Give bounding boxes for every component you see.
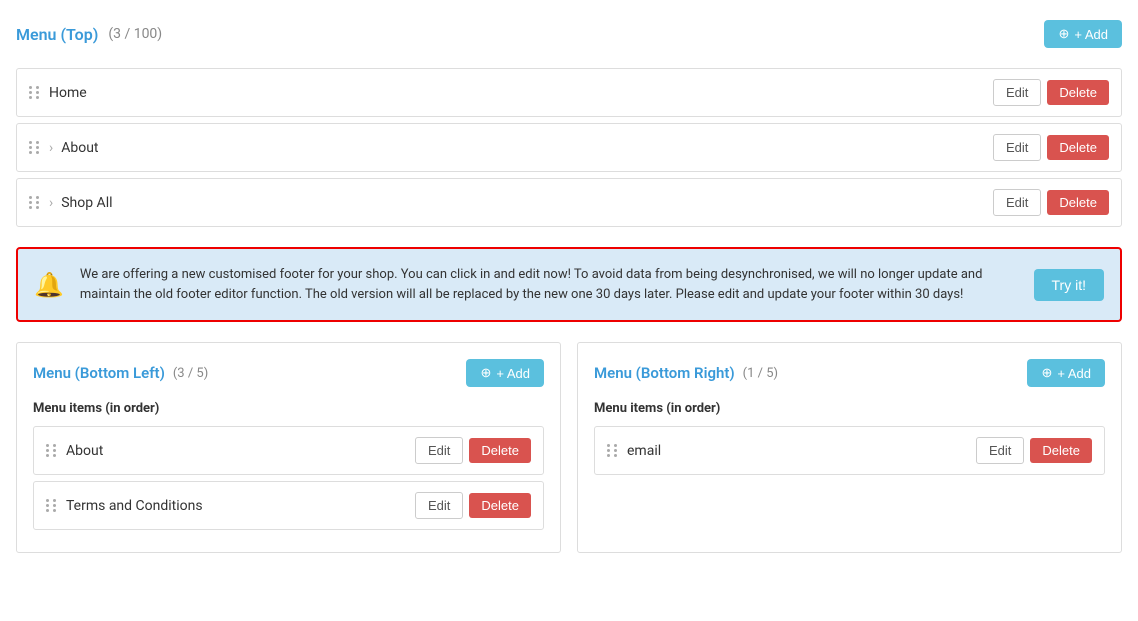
bottom-left-add-button[interactable]: ⊕ + Add [466, 359, 544, 387]
arrow-icon-about: › [49, 140, 53, 156]
drag-handle-shop-all[interactable] [29, 196, 41, 209]
drag-handle-about[interactable] [29, 141, 41, 154]
top-menu-title-group: Menu (Top) (3 / 100) [16, 25, 162, 44]
top-menu-add-label: + Add [1074, 27, 1108, 42]
top-menu-count: (3 / 100) [108, 26, 162, 42]
page-wrapper: Menu (Top) (3 / 100) ⊕ + Add Home Edit D… [0, 0, 1138, 621]
plus-icon-left: ⊕ [480, 365, 491, 381]
bl-terms-label: Terms and Conditions [66, 498, 415, 514]
alert-text: We are offering a new customised footer … [80, 265, 1018, 304]
home-edit-button[interactable]: Edit [993, 79, 1041, 106]
bottom-left-title-group: Menu (Bottom Left) (3 / 5) [33, 364, 208, 382]
bottom-right-header: Menu (Bottom Right) (1 / 5) ⊕ + Add [594, 359, 1105, 387]
bottom-left-count: (3 / 5) [173, 366, 208, 381]
bottom-sections: Menu (Bottom Left) (3 / 5) ⊕ + Add Menu … [16, 342, 1122, 553]
shop-all-label: Shop All [61, 195, 993, 211]
bottom-right-items-label: Menu items (in order) [594, 401, 1105, 416]
top-menu-title: Menu (Top) [16, 25, 98, 44]
menu-item-home: Home Edit Delete [16, 68, 1122, 117]
br-email-delete-button[interactable]: Delete [1030, 438, 1092, 463]
drag-handle-home[interactable] [29, 86, 41, 99]
bl-terms-edit-button[interactable]: Edit [415, 492, 463, 519]
br-email-label: email [627, 443, 976, 459]
bottom-left-item-about: About Edit Delete [33, 426, 544, 475]
drag-handle-bl-about[interactable] [46, 444, 58, 457]
bottom-right-title-group: Menu (Bottom Right) (1 / 5) [594, 364, 778, 382]
bl-about-delete-button[interactable]: Delete [469, 438, 531, 463]
bottom-left-add-label: + Add [496, 366, 530, 381]
bottom-left-header: Menu (Bottom Left) (3 / 5) ⊕ + Add [33, 359, 544, 387]
about-edit-button[interactable]: Edit [993, 134, 1041, 161]
bl-terms-delete-button[interactable]: Delete [469, 493, 531, 518]
plus-icon-right: ⊕ [1041, 365, 1052, 381]
menu-item-about: › About Edit Delete [16, 123, 1122, 172]
top-menu-add-button[interactable]: ⊕ + Add [1044, 20, 1122, 48]
about-label: About [61, 140, 993, 156]
home-delete-button[interactable]: Delete [1047, 80, 1109, 105]
bottom-left-title: Menu (Bottom Left) [33, 364, 165, 382]
bl-about-label: About [66, 443, 415, 459]
br-email-edit-button[interactable]: Edit [976, 437, 1024, 464]
bottom-right-title: Menu (Bottom Right) [594, 364, 735, 382]
bottom-right-item-email: email Edit Delete [594, 426, 1105, 475]
bottom-right-add-label: + Add [1057, 366, 1091, 381]
arrow-icon-shop-all: › [49, 195, 53, 211]
shop-all-edit-button[interactable]: Edit [993, 189, 1041, 216]
bottom-left-items-label: Menu items (in order) [33, 401, 544, 416]
try-it-button[interactable]: Try it! [1034, 269, 1104, 301]
shop-all-delete-button[interactable]: Delete [1047, 190, 1109, 215]
top-menu-header: Menu (Top) (3 / 100) ⊕ + Add [16, 16, 1122, 52]
drag-handle-bl-terms[interactable] [46, 499, 58, 512]
bell-icon: 🔔 [34, 271, 64, 299]
bottom-right-add-button[interactable]: ⊕ + Add [1027, 359, 1105, 387]
bottom-left-item-terms: Terms and Conditions Edit Delete [33, 481, 544, 530]
bottom-right-section: Menu (Bottom Right) (1 / 5) ⊕ + Add Menu… [577, 342, 1122, 553]
bottom-left-section: Menu (Bottom Left) (3 / 5) ⊕ + Add Menu … [16, 342, 561, 553]
drag-handle-br-email[interactable] [607, 444, 619, 457]
bl-about-edit-button[interactable]: Edit [415, 437, 463, 464]
plus-icon: ⊕ [1058, 26, 1069, 42]
about-delete-button[interactable]: Delete [1047, 135, 1109, 160]
menu-item-shop-all: › Shop All Edit Delete [16, 178, 1122, 227]
alert-banner: 🔔 We are offering a new customised foote… [16, 247, 1122, 322]
bottom-right-count: (1 / 5) [743, 366, 778, 381]
home-label: Home [49, 85, 993, 101]
